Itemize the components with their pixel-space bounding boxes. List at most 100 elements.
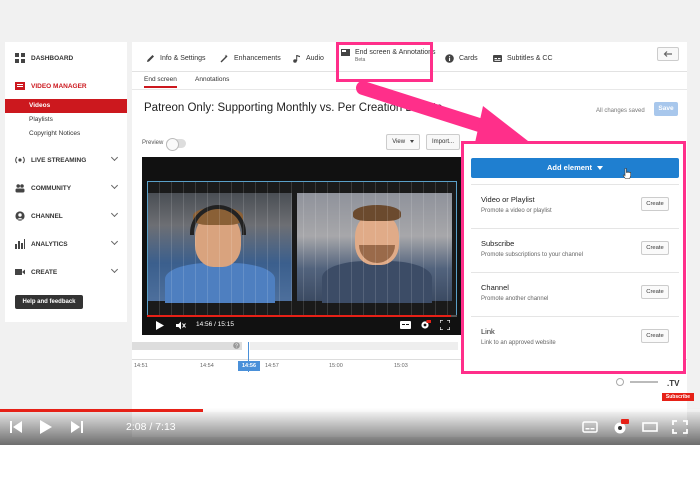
back-button[interactable] <box>657 47 679 61</box>
magic-wand-icon <box>220 54 229 63</box>
video-frame-border <box>147 181 457 317</box>
sidebar-item-video-manager[interactable]: VIDEO MANAGER <box>5 75 127 97</box>
sidebar-item-create[interactable]: CREATE <box>5 261 127 283</box>
create-subscribe-button[interactable]: Create <box>641 241 669 255</box>
option-title: Subscribe <box>481 239 515 248</box>
sidebar-item-community[interactable]: COMMUNITY <box>5 177 127 199</box>
timeline-track-left <box>132 342 242 350</box>
tab-label: Subtitles & CC <box>507 54 553 62</box>
timeline-tick: 14:51 <box>134 363 148 369</box>
tab-cards[interactable]: Cards <box>445 51 478 65</box>
sidebar-item-label: DASHBOARD <box>31 54 74 62</box>
sidebar-item-label: LIVE STREAMING <box>31 156 87 164</box>
create-link-button[interactable]: Create <box>641 329 669 343</box>
chevron-down-icon <box>110 265 119 274</box>
sidebar: DASHBOARD VIDEO MANAGER Videos Playlists… <box>5 42 127 322</box>
next-icon[interactable] <box>70 418 84 436</box>
timeline-track-right <box>250 342 458 350</box>
sidebar-item-label: CREATE <box>31 268 58 276</box>
sidebar-item-dashboard[interactable]: DASHBOARD <box>5 47 127 69</box>
sidebar-sub-playlists[interactable]: Playlists <box>5 113 127 127</box>
live-icon <box>15 155 25 165</box>
option-desc: Promote a video or playlist <box>481 208 552 214</box>
option-desc: Promote subscriptions to your channel <box>481 252 584 258</box>
svg-text:?: ? <box>235 343 238 349</box>
play-icon[interactable] <box>156 321 164 330</box>
option-desc: Promote another channel <box>481 296 549 302</box>
tab-info-settings[interactable]: Info & Settings <box>146 51 206 65</box>
option-video-playlist: Video or Playlist Promote a video or pla… <box>471 184 679 228</box>
captions-icon[interactable] <box>400 321 411 329</box>
timeline-current-time: 14:56 <box>238 361 260 371</box>
video-manager-icon <box>15 81 25 91</box>
tab-enhancements[interactable]: Enhancements <box>220 51 281 65</box>
option-subscribe: Subscribe Promote subscriptions to your … <box>471 228 679 272</box>
theater-mode-icon[interactable] <box>642 418 658 436</box>
music-note-icon <box>292 54 301 63</box>
player-progress-fill <box>147 315 451 317</box>
sidebar-sub-videos[interactable]: Videos <box>5 99 127 113</box>
add-element-button[interactable]: Add element <box>471 158 679 178</box>
chevron-down-icon <box>110 181 119 190</box>
create-video-button[interactable]: Create <box>641 197 669 211</box>
tab-label: Audio <box>306 54 324 62</box>
subtab-end-screen[interactable]: End screen <box>144 76 177 88</box>
tutorial-frame: DASHBOARD VIDEO MANAGER Videos Playlists… <box>0 0 700 445</box>
tab-subtitles[interactable]: Subtitles & CC <box>493 51 553 65</box>
info-circle-icon <box>445 53 454 63</box>
option-desc: Link to an approved website <box>481 340 556 346</box>
timeline-tick: 14:57 <box>265 363 279 369</box>
zoom-icon[interactable] <box>616 378 624 386</box>
sidebar-item-label: CHANNEL <box>31 212 63 220</box>
sidebar-item-live-streaming[interactable]: LIVE STREAMING <box>5 149 127 171</box>
preview-label: Preview <box>142 140 164 146</box>
timeline-tick: 14:54 <box>200 363 214 369</box>
sidebar-item-channel[interactable]: CHANNEL <box>5 205 127 227</box>
sidebar-item-label: COMMUNITY <box>31 184 72 192</box>
play-icon[interactable] <box>39 418 53 436</box>
mute-icon[interactable] <box>176 321 186 330</box>
previous-icon[interactable] <box>9 418 23 436</box>
outer-progress-bar[interactable] <box>0 409 700 412</box>
settings-gear-icon[interactable] <box>612 418 630 436</box>
subtab-annotations[interactable]: Annotations <box>195 76 229 83</box>
option-title: Video or Playlist <box>481 195 535 204</box>
channel-branding: .TV Subscribe <box>640 376 696 404</box>
save-status: All changes saved <box>596 108 645 114</box>
timeline-tick: 15:00 <box>329 363 343 369</box>
timeline-tick: 15:03 <box>394 363 408 369</box>
sidebar-item-label: VIDEO MANAGER <box>31 82 87 90</box>
help-icon[interactable]: ? <box>233 342 240 349</box>
brand-logo-text: .TV <box>667 379 680 388</box>
video-player[interactable]: 14:56 / 15:15 <box>142 157 461 335</box>
subtitles-icon <box>493 54 502 63</box>
tab-label: Info & Settings <box>160 54 206 62</box>
outer-player-time: 2:08 / 7:13 <box>126 421 176 433</box>
tab-audio[interactable]: Audio <box>292 51 324 65</box>
create-channel-button[interactable]: Create <box>641 285 669 299</box>
chevron-down-icon <box>110 209 119 218</box>
fullscreen-icon[interactable] <box>672 418 688 436</box>
option-link: Link Link to an approved website Create <box>471 316 679 360</box>
option-channel: Channel Promote another channel Create <box>471 272 679 316</box>
captions-icon[interactable] <box>582 418 598 436</box>
chevron-down-icon <box>110 153 119 162</box>
settings-gear-icon[interactable] <box>420 320 431 330</box>
preview-toggle[interactable] <box>166 138 186 151</box>
player-progress[interactable] <box>147 315 457 317</box>
community-icon <box>15 183 25 193</box>
subscribe-badge[interactable]: Subscribe <box>662 393 694 401</box>
tab-label: Cards <box>459 54 478 62</box>
sidebar-item-analytics[interactable]: ANALYTICS <box>5 233 127 255</box>
chevron-down-icon <box>110 237 119 246</box>
option-title: Link <box>481 327 495 336</box>
outer-progress-fill <box>0 409 203 412</box>
save-button[interactable]: Save <box>654 102 678 116</box>
option-title: Channel <box>481 283 509 292</box>
fullscreen-icon[interactable] <box>440 320 450 330</box>
sidebar-sub-copyright[interactable]: Copyright Notices <box>5 127 127 141</box>
help-feedback-button[interactable]: Help and feedback <box>15 295 83 309</box>
player-time: 14:56 / 15:15 <box>196 321 234 328</box>
caret-down-icon <box>597 166 603 171</box>
tab-label: Enhancements <box>234 54 281 62</box>
